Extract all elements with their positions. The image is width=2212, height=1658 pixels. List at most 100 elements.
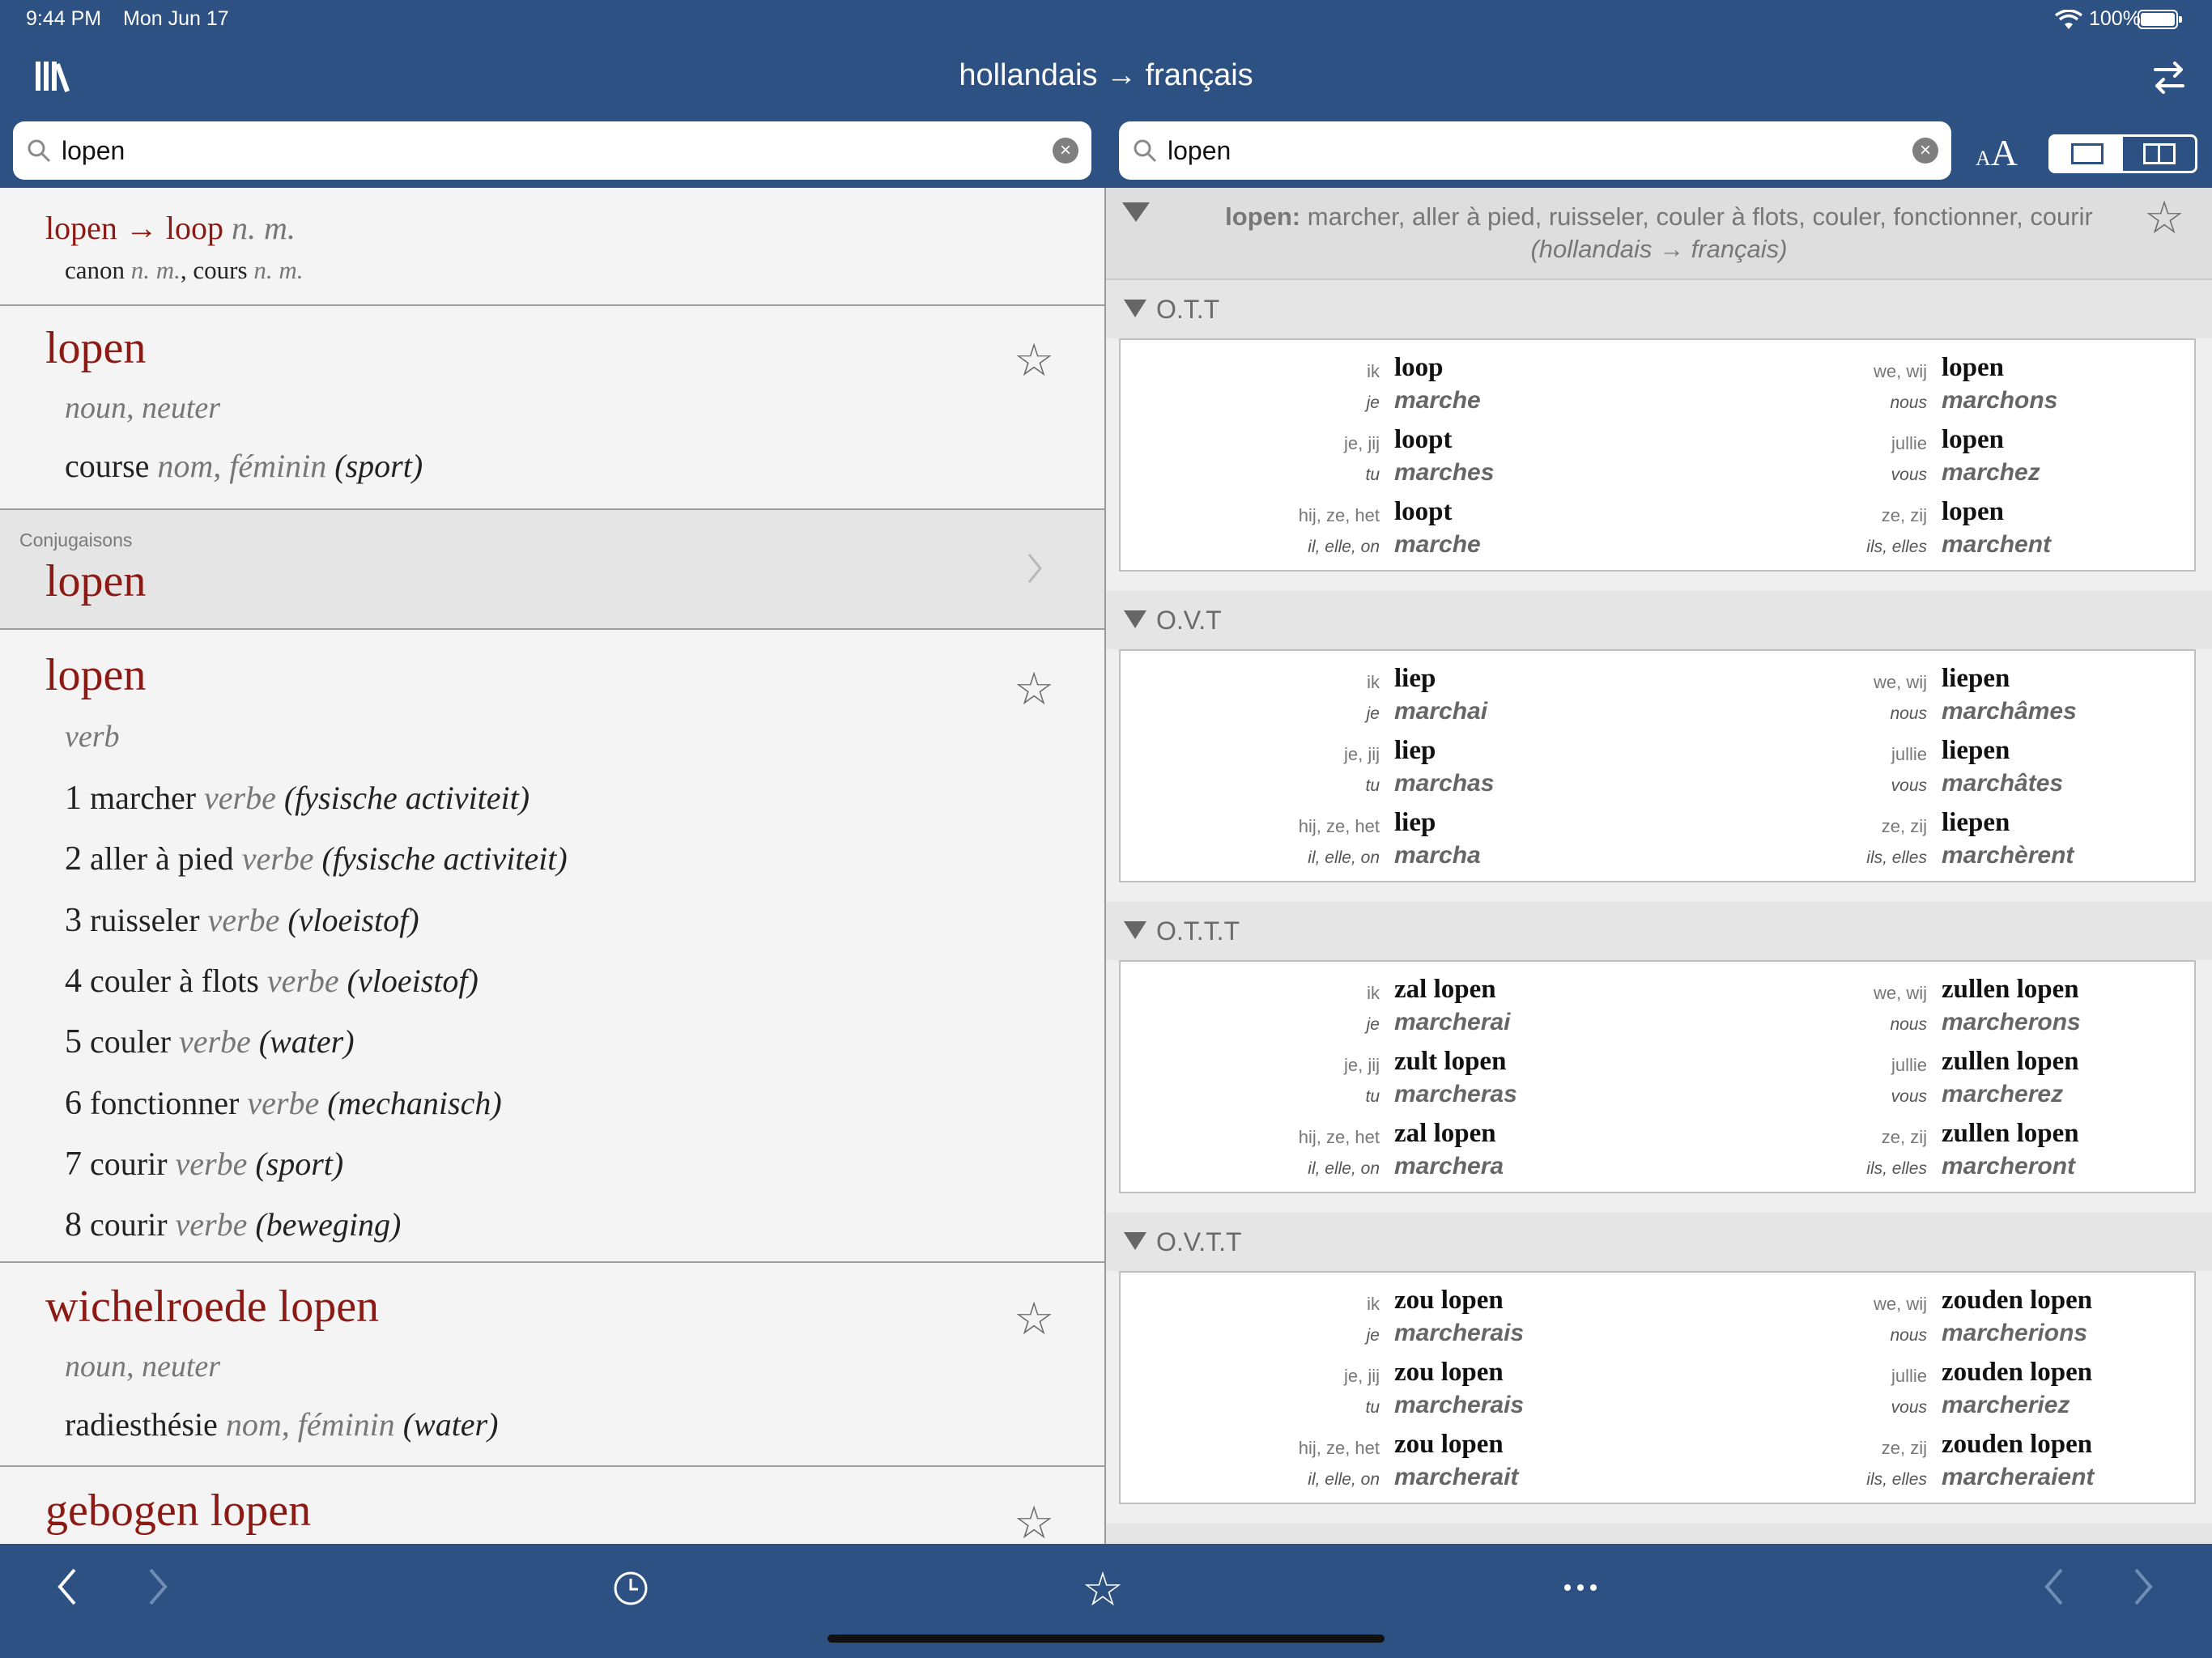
search-icon (1134, 139, 1157, 163)
history-icon[interactable] (612, 1570, 649, 1607)
split-pane-button[interactable] (2123, 137, 2195, 171)
tense-header[interactable] (1106, 1524, 2212, 1544)
split-pane-icon (2143, 143, 2176, 164)
tense-header[interactable]: O.T.T (1106, 280, 2212, 338)
pronoun-nl: ik (1367, 983, 1380, 1003)
conjugations-row[interactable]: Conjugaisons lopen (0, 510, 1104, 628)
pronoun-fr: nous (1890, 704, 1927, 723)
more-icon[interactable] (1563, 1583, 1598, 1592)
pronoun-fr: nous (1890, 1326, 1927, 1345)
conjugations-header: Conjugaisons (19, 529, 133, 551)
verb-form-fr: marcherais (1394, 1392, 1525, 1418)
verb-form-fr: marcherait (1394, 1464, 1519, 1490)
battery-percent: 100% (2089, 7, 2141, 30)
verb-form-nl: liep (1394, 736, 1436, 765)
single-pane-button[interactable] (2051, 137, 2123, 171)
tense-header[interactable]: O.T.T.T (1106, 902, 2212, 960)
pronoun-fr: je (1366, 393, 1380, 412)
star-icon[interactable]: ☆ (1082, 1562, 1124, 1617)
star-icon[interactable]: ☆ (1014, 334, 1054, 387)
collapse-icon (1124, 921, 1146, 939)
star-icon[interactable]: ☆ (1014, 1496, 1054, 1544)
back-icon[interactable] (2042, 1567, 2066, 1607)
pronoun-nl: jullie (1891, 1366, 1927, 1386)
verb-form-fr: marcherez (1942, 1081, 2064, 1107)
search-icon (28, 139, 51, 163)
font-size-button[interactable]: AA (1976, 131, 2018, 174)
verb-form-nl: loopt (1394, 425, 1453, 454)
verb-form-fr: marchas (1394, 770, 1495, 797)
entry-lopen-noun[interactable]: lopen ☆ noun, neuter course nom, féminin… (0, 306, 1104, 508)
verb-form-fr: marcheriez (1942, 1392, 2070, 1418)
status-bar: 9:44 PM Mon Jun 17 100% (0, 0, 2212, 40)
verb-form-fr: marcheras (1394, 1081, 1517, 1107)
verb-form-fr: marcherai (1394, 1009, 1511, 1035)
conjugation-table: ik liep je marchai we, wij liepen nous marchâme… (1119, 649, 2196, 882)
entry-gebogen-lopen[interactable]: gebogen lopen ☆ (0, 1467, 1104, 1544)
verb-form-nl: zouden lopen (1942, 1358, 2093, 1387)
pronoun-nl: hij, ze, het (1298, 1438, 1380, 1458)
verb-form-fr: marches (1394, 459, 1495, 486)
conjugation-table: ik loop je marche we, wij lopen nous marchons je… (1119, 338, 2196, 572)
left-search-input[interactable] (62, 121, 925, 180)
part-of-speech: noun, neuter (65, 391, 221, 425)
conjugation-word: lopen (45, 556, 147, 606)
verb-form-fr: marchent (1942, 531, 2052, 558)
home-indicator (827, 1635, 1385, 1643)
pronoun-fr: ils, elles (1866, 1159, 1927, 1178)
pronoun-nl: je, jij (1343, 1055, 1380, 1075)
verb-form-nl: lopen (1942, 497, 2005, 526)
forward-icon[interactable] (2131, 1567, 2155, 1607)
redirect-entry[interactable]: lopen → loop n. m. canon n. m., cours n.… (0, 188, 1104, 304)
sense-item: 8 courir verbe (beweging) (65, 1206, 402, 1244)
verb-form-nl: zal lopen (1394, 1119, 1496, 1148)
sense-item: 6 fonctionner verbe (mechanisch) (65, 1084, 502, 1122)
verb-form-fr: marche (1394, 531, 1481, 558)
pronoun-nl: we, wij (1873, 983, 1927, 1003)
forward-icon[interactable] (146, 1567, 170, 1607)
verb-form-fr: marchâmes (1942, 698, 2077, 725)
status-time: 9:44 PM (26, 7, 102, 30)
translation: course nom, féminin (sport) (65, 448, 423, 484)
results-list: lopen → loop n. m. canon n. m., cours n.… (0, 188, 1106, 1544)
verb-form-nl: liep (1394, 664, 1436, 693)
wifi-icon (2055, 10, 2082, 29)
pronoun-nl: ze, zij (1881, 505, 1927, 525)
back-icon[interactable] (55, 1567, 79, 1607)
part-of-speech: verb (65, 720, 120, 754)
clear-icon[interactable]: × (1053, 138, 1078, 164)
verb-form-nl: zal lopen (1394, 975, 1496, 1004)
layout-toggle[interactable] (2048, 134, 2197, 173)
verb-form-nl: lopen (1942, 353, 2005, 382)
verb-form-fr: marchâtes (1942, 770, 2064, 797)
pronoun-fr: il, elle, on (1308, 848, 1380, 867)
tense-header[interactable]: O.V.T.T (1106, 1213, 2212, 1271)
pronoun-nl: hij, ze, het (1298, 1127, 1380, 1147)
verb-form-fr: marchera (1394, 1153, 1504, 1180)
pronoun-fr: tu (1365, 1087, 1380, 1106)
pronoun-fr: il, elle, on (1308, 1159, 1380, 1178)
verb-form-nl: loop (1394, 353, 1444, 382)
pronoun-fr: tu (1365, 1398, 1380, 1417)
pronoun-nl: we, wij (1873, 1294, 1927, 1314)
right-search-input[interactable] (1168, 121, 1834, 180)
star-icon[interactable]: ☆ (2144, 191, 2184, 244)
entry-wichelroede-lopen[interactable]: wichelroede lopen ☆ noun, neuter radiest… (0, 1263, 1104, 1465)
pronoun-fr: je (1366, 1015, 1380, 1034)
swap-icon[interactable] (2149, 60, 2189, 96)
verb-form-nl: zouden lopen (1942, 1286, 2093, 1315)
tense-header[interactable]: O.V.T (1106, 591, 2212, 649)
headword: lopen (45, 323, 147, 373)
sense-item: 4 couler à flots verbe (vloeistof) (65, 962, 479, 1000)
verb-form-fr: marchez (1942, 459, 2040, 486)
star-icon[interactable]: ☆ (1014, 1292, 1054, 1346)
clear-icon[interactable]: × (1912, 138, 1938, 164)
pronoun-nl: ik (1367, 361, 1380, 381)
pronoun-fr: vous (1891, 1087, 1927, 1106)
battery-icon (2138, 10, 2182, 29)
translation: radiesthésie nom, féminin (water) (65, 1406, 499, 1443)
pronoun-fr: nous (1890, 1015, 1927, 1034)
star-icon[interactable]: ☆ (1014, 662, 1054, 716)
verb-form-nl: zullen lopen (1942, 1119, 2079, 1148)
entry-lopen-verb[interactable]: lopen ☆ verb 1 marcher verbe (fysische a… (0, 630, 1104, 1261)
